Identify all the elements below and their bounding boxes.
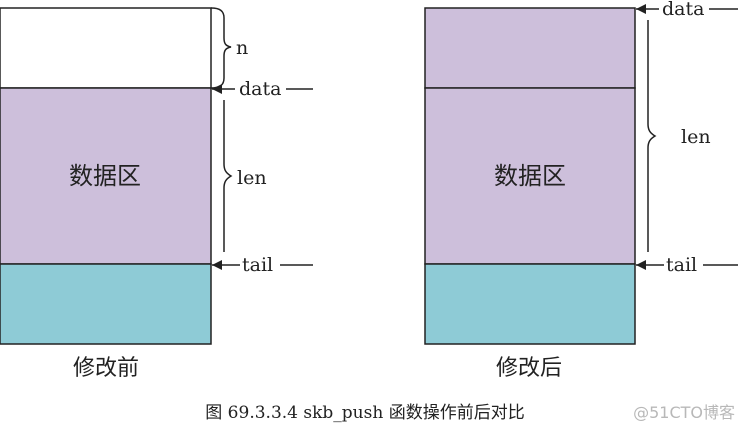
after-data-label: data: [662, 0, 704, 20]
before-headroom-block: [0, 7, 212, 89]
before-buffer: 数据区: [0, 7, 212, 345]
before-caption: 修改前: [73, 356, 139, 381]
after-data-region-label: 数据区: [494, 162, 566, 190]
watermark: @51CTO博客: [633, 403, 735, 422]
after-buffer: 数据区: [424, 7, 636, 345]
skb-push-diagram: 数据区 n data len tail 修改前 数据区 data len tai…: [0, 0, 738, 423]
after-tailroom-block: [424, 263, 636, 345]
before-len-brace: [223, 100, 233, 252]
before-tailroom-block: [0, 263, 212, 345]
after-len-brace: [647, 20, 657, 252]
before-tail-label: tail: [242, 254, 273, 276]
figure-caption: 图 69.3.3.4 skb_push 函数操作前后对比: [205, 403, 524, 423]
before-data-label: data: [239, 78, 281, 100]
after-tail-label: tail: [666, 254, 697, 276]
before-len-label: len: [237, 167, 267, 189]
after-len-label: len: [681, 126, 711, 148]
after-caption: 修改后: [496, 356, 562, 381]
before-data-region-label: 数据区: [69, 162, 141, 190]
before-n-label: n: [236, 37, 248, 59]
before-n-brace: [210, 7, 232, 89]
after-pushed-block: [424, 7, 636, 89]
